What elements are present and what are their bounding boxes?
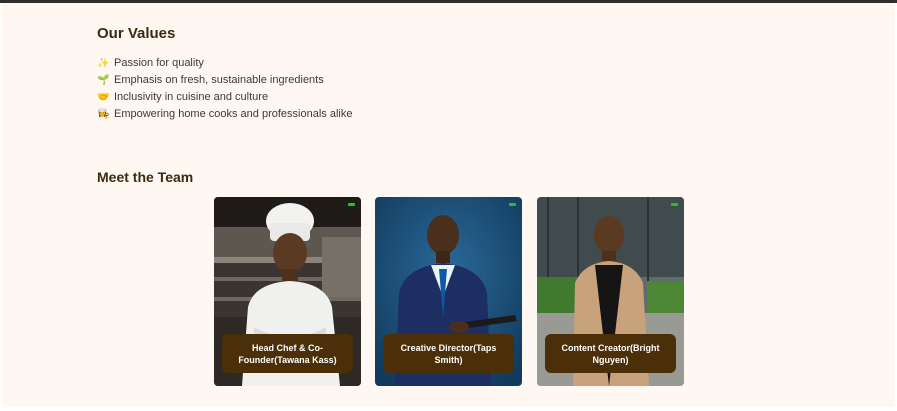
value-item-text: Empowering home cooks and professionals … bbox=[114, 108, 353, 120]
value-item: ✨ Passion for quality bbox=[97, 55, 352, 72]
values-list: ✨ Passion for quality 🌱 Emphasis on fres… bbox=[97, 55, 352, 123]
camera-indicator-icon bbox=[509, 203, 516, 206]
value-item: 🤝 Inclusivity in cuisine and culture bbox=[97, 89, 352, 106]
handshake-icon: 🤝 bbox=[97, 92, 110, 103]
team-card-caption: Content Creator(Bright Nguyen) bbox=[545, 334, 676, 373]
about-page: Our Values ✨ Passion for quality 🌱 Empha… bbox=[2, 3, 895, 407]
cook-icon: 👩‍🍳 bbox=[97, 109, 110, 120]
team-card-head-chef[interactable]: Head Chef & Co-Founder(Tawana Kass) bbox=[214, 197, 361, 386]
value-item-text: Emphasis on fresh, sustainable ingredien… bbox=[114, 74, 324, 86]
team-card-caption: Head Chef & Co-Founder(Tawana Kass) bbox=[222, 334, 353, 373]
sparkles-icon: ✨ bbox=[97, 58, 110, 69]
camera-indicator-icon bbox=[348, 203, 355, 206]
camera-indicator-icon bbox=[671, 203, 678, 206]
team-card-content-creator[interactable]: Content Creator(Bright Nguyen) bbox=[537, 197, 684, 386]
seedling-icon: 🌱 bbox=[97, 75, 110, 86]
value-item: 👩‍🍳 Empowering home cooks and profession… bbox=[97, 106, 352, 123]
value-item-text: Inclusivity in cuisine and culture bbox=[114, 91, 269, 103]
team-card-caption: Creative Director(Taps Smith) bbox=[383, 334, 514, 373]
team-heading: Meet the Team bbox=[97, 169, 194, 185]
value-item-text: Passion for quality bbox=[114, 57, 204, 69]
value-item: 🌱 Emphasis on fresh, sustainable ingredi… bbox=[97, 72, 352, 89]
team-card-creative-director[interactable]: Creative Director(Taps Smith) bbox=[375, 197, 522, 386]
values-heading: Our Values bbox=[97, 25, 176, 42]
